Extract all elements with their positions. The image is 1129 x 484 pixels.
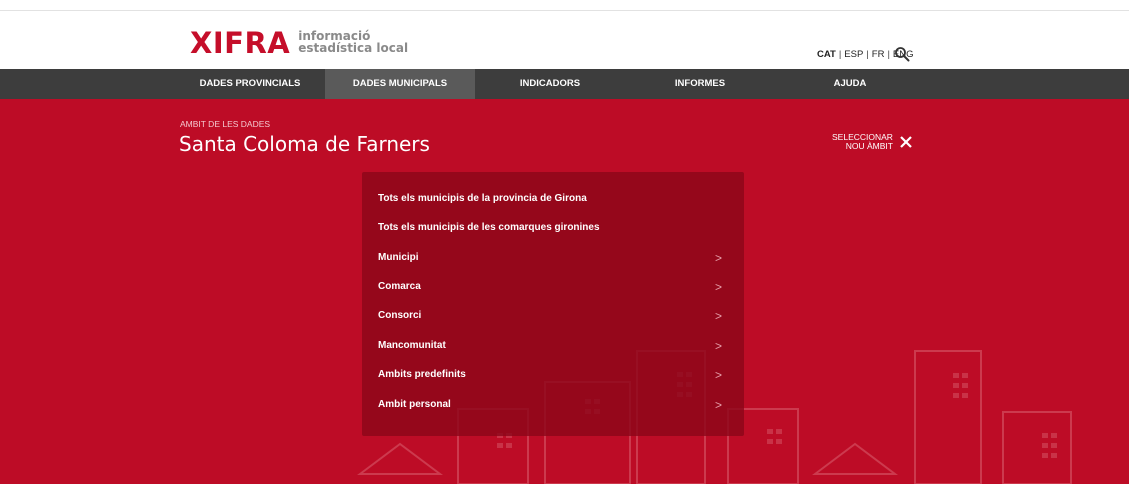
chevron-right-icon: > <box>714 251 722 265</box>
logo-word: XIFRA <box>190 26 291 60</box>
nav-indicadors[interactable]: INDICADORS <box>475 69 625 99</box>
lang-esp[interactable]: ESP <box>844 49 863 60</box>
menu-item-label: Comarca <box>378 281 421 292</box>
menu-item-comarca[interactable]: Comarca > <box>378 277 728 297</box>
chevron-right-icon: > <box>714 339 722 353</box>
site-header: XIFRA informació estadística local CAT | E… <box>0 11 1129 69</box>
menu-item-provincia[interactable]: Tots els municipis de la provincia de Gi… <box>378 189 728 209</box>
menu-item-label: Tots els municipis de les comarques giro… <box>378 222 600 233</box>
lang-cat[interactable]: CAT <box>817 49 836 60</box>
chevron-right-icon: > <box>714 280 722 294</box>
lang-separator: | <box>838 49 842 60</box>
nav-ajuda[interactable]: AJUDA <box>775 69 925 99</box>
chevron-right-icon: > <box>714 309 722 323</box>
menu-item-municipi[interactable]: Municipi > <box>378 248 728 268</box>
scope-title: Santa Coloma de Farners <box>179 132 430 156</box>
menu-item-comarques[interactable]: Tots els municipis de les comarques giro… <box>378 218 728 238</box>
logo-subtitle-line2: estadística local <box>298 41 409 55</box>
chevron-right-icon: > <box>714 398 722 412</box>
search-icon[interactable] <box>894 46 910 62</box>
menu-item-ambit-personal[interactable]: Ambit personal > <box>378 395 728 415</box>
select-new-scope-button[interactable]: SELECCIONAR NOU ÀMBIT <box>832 133 913 151</box>
menu-item-label: Mancomunitat <box>378 340 446 351</box>
lang-fr[interactable]: FR <box>872 49 885 60</box>
menu-item-consorci[interactable]: Consorci > <box>378 306 728 326</box>
chevron-right-icon: > <box>714 368 722 382</box>
lang-separator: | <box>866 49 869 60</box>
main-nav: DADES PROVINCIALS DADES MUNICIPALS INDIC… <box>0 69 1129 99</box>
nav-dades-municipals[interactable]: DADES MUNICIPALS <box>325 69 475 99</box>
nav-dades-provincials[interactable]: DADES PROVINCIALS <box>175 69 325 99</box>
lang-separator: | <box>887 49 890 60</box>
scope-hero: AMBIT DE LES DADES Santa Coloma de Farne… <box>0 99 1129 484</box>
logo-subtitle: informació estadística local <box>298 30 408 58</box>
nav-informes[interactable]: INFORMES <box>625 69 775 99</box>
menu-item-mancomunitat[interactable]: Mancomunitat > <box>378 336 728 356</box>
close-icon[interactable] <box>899 135 913 149</box>
site-logo[interactable]: XIFRA informació estadística local <box>190 28 408 58</box>
menu-item-label: Tots els municipis de la provincia de Gi… <box>378 193 587 204</box>
menu-item-label: Ambit personal <box>378 399 451 410</box>
menu-item-label: Municipi <box>378 252 419 263</box>
scope-label: AMBIT DE LES DADES <box>180 119 271 129</box>
select-new-scope-line2: NOU ÀMBIT <box>845 141 893 151</box>
menu-item-ambits-predefinits[interactable]: Ambits predefinits > <box>378 365 728 385</box>
select-new-scope-label: SELECCIONAR NOU ÀMBIT <box>832 133 893 151</box>
menu-item-label: Consorci <box>378 310 422 321</box>
menu-item-label: Ambits predefinits <box>378 369 466 380</box>
scope-menu: Tots els municipis de la provincia de Gi… <box>362 172 744 436</box>
